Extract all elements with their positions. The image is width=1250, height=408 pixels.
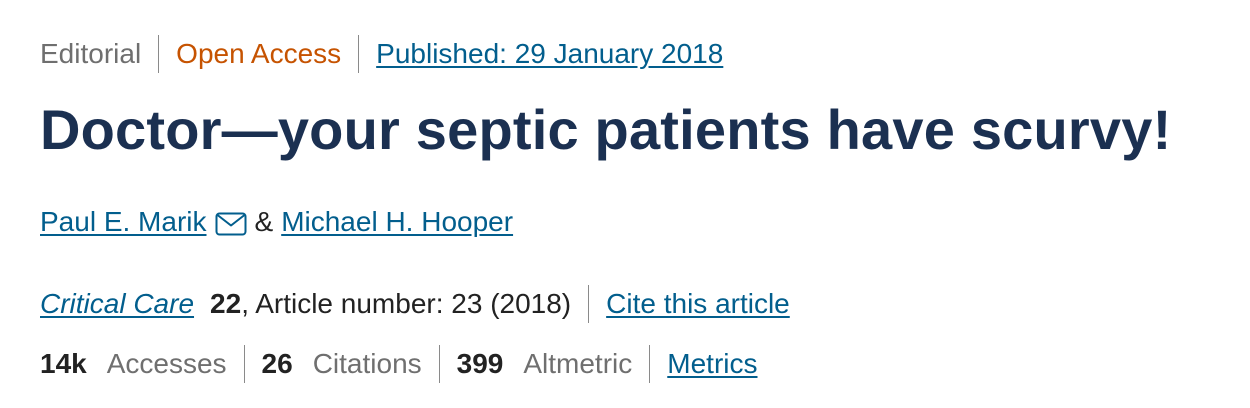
article-title: Doctor—your septic patients have scurvy! (40, 98, 1172, 161)
altmetric-score: 399 (456, 348, 504, 379)
article-type: Editorial (40, 38, 142, 69)
envelope-icon-svg (215, 212, 246, 236)
divider (158, 35, 160, 73)
envelope-icon[interactable] (215, 207, 247, 236)
citation-row: Critical Care 22 , Article number: 23 (2… (40, 284, 790, 324)
divider (243, 345, 245, 383)
author-separator: & (254, 206, 274, 237)
author-list: Paul E. Marik & Michael H. Hooper (40, 202, 513, 242)
published-date-link[interactable]: Published: 29 January 2018 (376, 34, 723, 74)
open-access-badge: Open Access (176, 38, 342, 69)
metrics-link[interactable]: Metrics (667, 344, 757, 384)
accesses-label: Accesses (106, 348, 227, 379)
journal-link[interactable]: Critical Care (40, 284, 194, 324)
author-link-paul-marik[interactable]: Paul E. Marik (40, 202, 207, 242)
altmetric-label: Altmetric (523, 348, 633, 379)
cite-article-link[interactable]: Cite this article (606, 284, 790, 324)
metrics-row: 14k Accesses 26 Citations 399 Altmetric … (40, 344, 758, 384)
article-number: , Article number: 23 (2018) (241, 288, 572, 319)
divider (358, 35, 360, 73)
volume-number: 22 (210, 288, 242, 319)
author-link-michael-hooper[interactable]: Michael H. Hooper (281, 202, 513, 242)
citations-label: Citations (312, 348, 422, 379)
citations-count: 26 (261, 348, 293, 379)
article-meta-row: Editorial Open Access Published: 29 Janu… (40, 34, 723, 74)
divider (649, 345, 651, 383)
accesses-count: 14k (40, 348, 87, 379)
divider (588, 285, 590, 323)
divider (438, 345, 440, 383)
